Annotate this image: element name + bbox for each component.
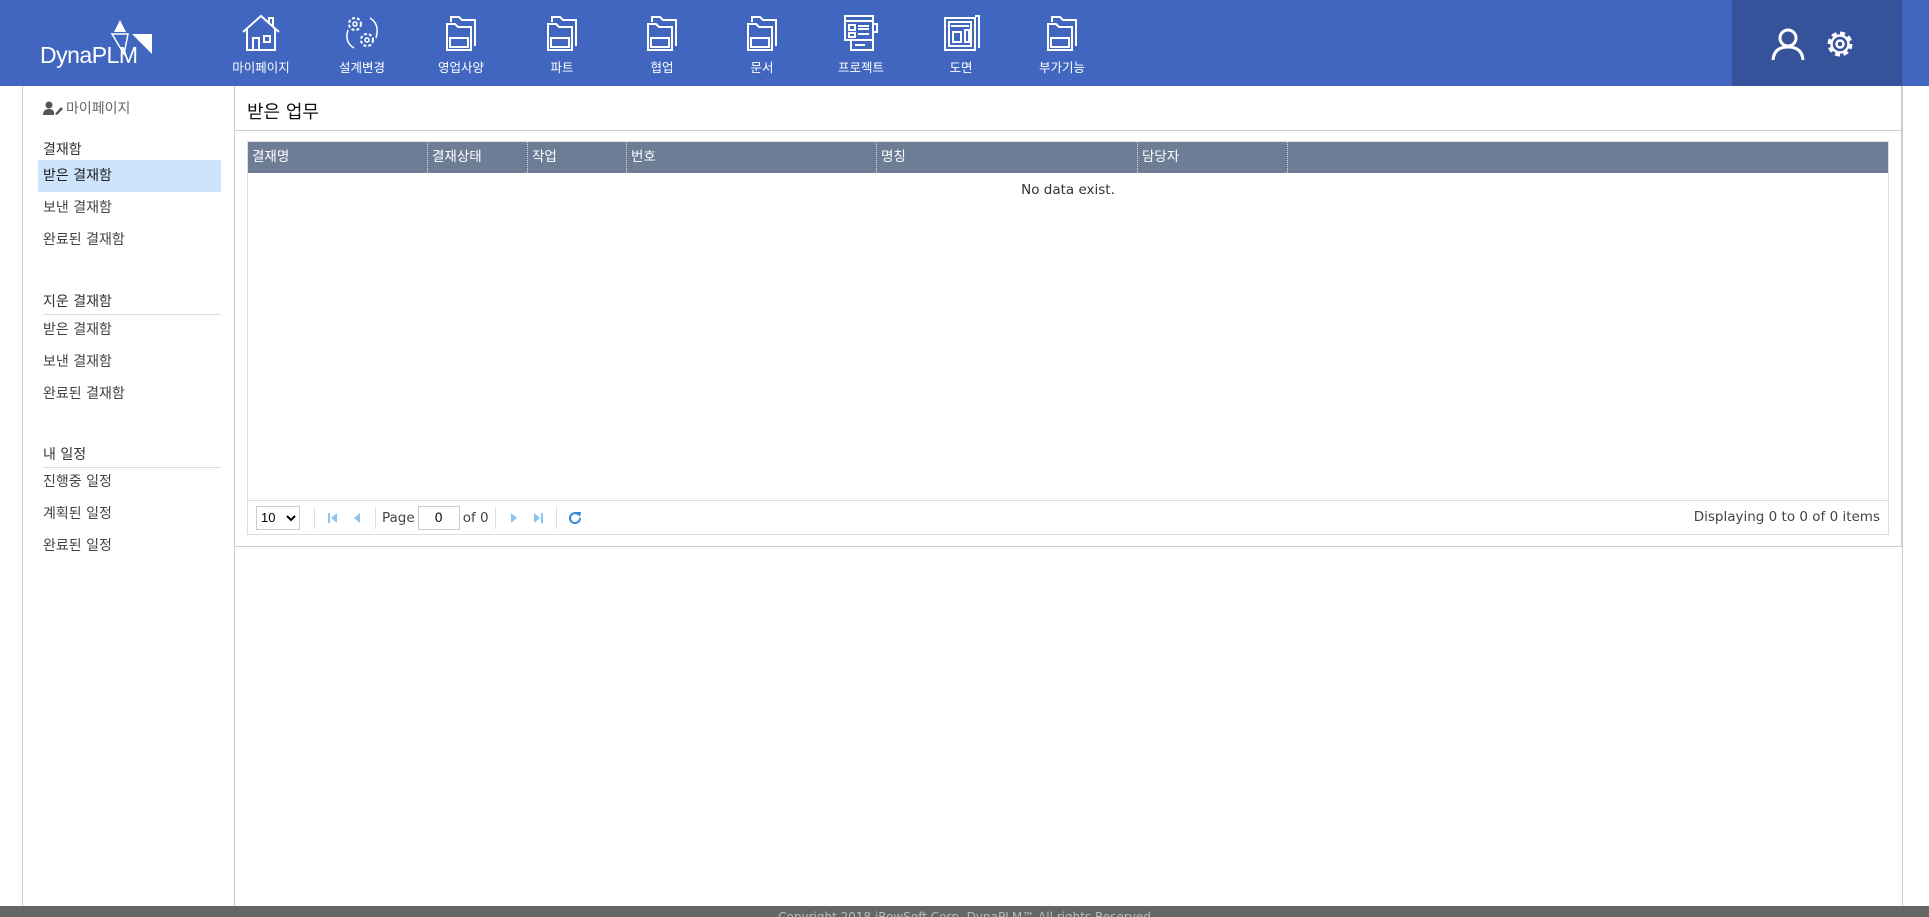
sidebar-mypage-link[interactable]: 마이페이지	[43, 98, 130, 118]
sidebar-mypage-label: 마이페이지	[66, 101, 131, 117]
dynaplm-logo[interactable]: DynaPLM	[40, 20, 152, 70]
footer-copyright: Copyright 2018 iRowSoft Corp. DynaPLM™ A…	[0, 906, 1929, 917]
page-label: Page	[382, 509, 415, 526]
folder-icon	[446, 16, 476, 51]
user-icon[interactable]	[1770, 26, 1806, 62]
sidebar-item-deleted-sent[interactable]: 보낸 결재함	[38, 346, 221, 378]
folder-icon	[747, 16, 777, 51]
page-title: 받은 업무	[247, 102, 319, 123]
nav-label: 협업	[650, 60, 674, 75]
nav-label: 설계변경	[338, 60, 385, 75]
grid-header: 결재명 결재상태 작업 번호 명칭 담당자	[248, 142, 1888, 173]
sidebar-item-received-approval[interactable]: 받은 결재함	[38, 160, 221, 192]
nav-design-change[interactable]: 설계변경	[312, 12, 412, 76]
folder-icon	[1047, 16, 1077, 51]
right-gutter	[1902, 86, 1929, 906]
folder-icon	[647, 16, 677, 51]
nav-label: 파트	[550, 60, 574, 75]
gears-cycle-icon	[346, 17, 378, 49]
folder-icon	[547, 16, 577, 51]
divider	[235, 130, 1901, 131]
first-page-button[interactable]	[321, 506, 345, 530]
nav-project[interactable]: 프로젝트	[811, 12, 911, 76]
header-actions	[1732, 0, 1902, 86]
separator	[555, 506, 557, 529]
next-page-icon	[510, 512, 517, 523]
nav-label: 영업사양	[437, 60, 484, 75]
sidebar-item-deleted-received[interactable]: 받은 결재함	[38, 314, 221, 346]
column-header-task[interactable]: 작업	[528, 142, 627, 173]
page-total-label: of 0	[462, 509, 489, 526]
sidebar-item-deleted-completed[interactable]: 완료된 결재함	[38, 378, 221, 410]
sidebar: 마이페이지 결재함 받은 결재함 보낸 결재함 완료된 결재함 지운 결재함 받…	[22, 86, 235, 906]
nav-collaboration[interactable]: 협업	[612, 12, 712, 76]
sidebar-group-deleted: 지운 결재함	[43, 291, 221, 315]
refresh-button[interactable]	[563, 506, 587, 530]
nav-document[interactable]: 문서	[712, 12, 812, 76]
sidebar-item-completed-schedule[interactable]: 완료된 일정	[38, 530, 221, 562]
column-header-filler	[1288, 142, 1888, 173]
user-edit-icon	[43, 101, 63, 115]
data-grid: 결재명 결재상태 작업 번호 명칭 담당자 No data exist. 10 …	[247, 141, 1889, 535]
nav-mypage[interactable]: 마이페이지	[211, 12, 311, 76]
nav-sales-spec[interactable]: 영업사양	[411, 12, 511, 76]
column-header-number[interactable]: 번호	[627, 142, 877, 173]
sidebar-item-in-progress-schedule[interactable]: 진행중 일정	[38, 466, 221, 498]
logo-text: DynaPLM	[40, 42, 138, 68]
separator	[494, 506, 496, 529]
nav-label: 마이페이지	[232, 60, 290, 75]
nav-label: 도면	[949, 60, 973, 75]
display-count-text: Displaying 0 to 0 of 0 items	[1693, 509, 1880, 525]
home-icon	[242, 14, 280, 51]
separator	[375, 506, 376, 529]
drawing-icon	[944, 15, 980, 51]
nav-drawing[interactable]: 도면	[911, 12, 1011, 76]
prev-page-button[interactable]	[345, 506, 369, 530]
column-header-assignee[interactable]: 담당자	[1138, 142, 1288, 173]
column-header-approval-name[interactable]: 결재명	[248, 142, 428, 173]
last-page-button[interactable]	[526, 506, 550, 530]
nav-label: 프로젝트	[837, 60, 884, 75]
column-header-name[interactable]: 명칭	[877, 142, 1138, 173]
nav-extras[interactable]: 부가기능	[1012, 12, 1112, 76]
gear-icon[interactable]	[1822, 26, 1858, 62]
last-page-icon	[533, 512, 543, 523]
page-number-input[interactable]	[417, 505, 460, 530]
refresh-icon	[568, 511, 581, 524]
sidebar-group-schedule: 내 일정	[43, 444, 221, 468]
empty-message: No data exist.	[1021, 182, 1115, 198]
sidebar-item-completed-approval[interactable]: 완료된 결재함	[38, 224, 221, 256]
main-panel: 받은 업무 결재명 결재상태 작업 번호 명칭 담당자 No data exis…	[235, 86, 1902, 547]
next-page-button[interactable]	[502, 506, 526, 530]
nav-label: 문서	[750, 60, 774, 75]
nav-label: 부가기능	[1038, 60, 1085, 75]
top-header: DynaPLM 마이페이지 설계변경 영업사양 파트 협업 문서 프로젝트 도면…	[0, 0, 1929, 86]
first-page-icon	[328, 512, 337, 523]
prev-page-icon	[354, 512, 360, 523]
column-header-approval-status[interactable]: 결재상태	[428, 142, 528, 173]
page-size-select[interactable]: 10	[256, 505, 300, 530]
nav-part[interactable]: 파트	[512, 12, 612, 76]
project-icon	[844, 15, 878, 51]
sidebar-item-sent-approval[interactable]: 보낸 결재함	[38, 192, 221, 224]
pagination-bar: 10 Page of 0 Displaying 0 to 0 of 0 item…	[248, 500, 1888, 534]
sidebar-item-planned-schedule[interactable]: 계획된 일정	[38, 498, 221, 530]
separator	[314, 506, 315, 529]
